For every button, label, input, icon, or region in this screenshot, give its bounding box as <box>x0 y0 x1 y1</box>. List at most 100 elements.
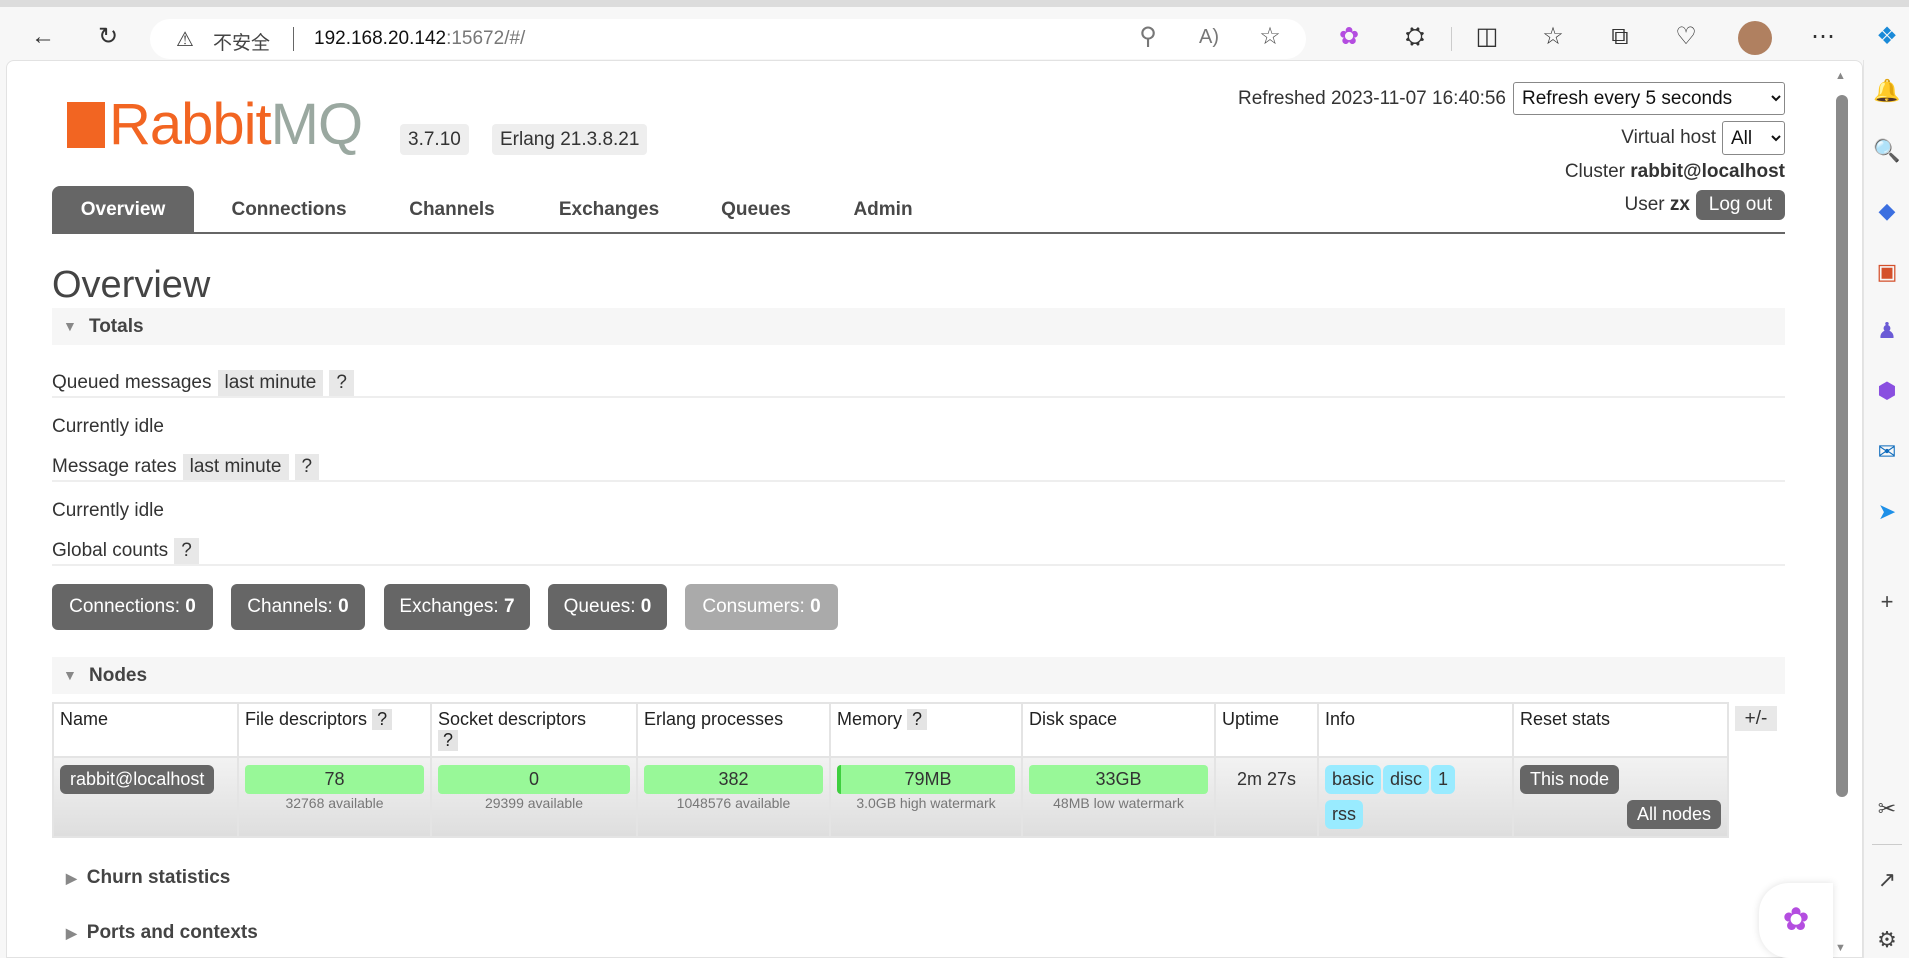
read-aloud-icon[interactable]: A) <box>1193 23 1225 51</box>
back-icon[interactable]: ← <box>27 23 59 51</box>
column-header: Disk space <box>1021 702 1216 758</box>
extensions-icon[interactable]: ⛭ <box>1399 23 1431 51</box>
scroll-down-icon[interactable]: ▼ <box>1835 942 1846 954</box>
help-button[interactable]: ? <box>372 709 393 730</box>
profile-avatar[interactable] <box>1738 21 1772 55</box>
url-text: 192.168.20.142:15672/#/ <box>314 28 526 49</box>
ep-available: 1048576 available <box>676 795 791 811</box>
erlang-version-badge: Erlang 21.3.8.21 <box>492 124 648 155</box>
exchanges-count-button[interactable]: Exchanges: 7 <box>384 584 530 630</box>
tab-strip <box>0 0 1909 7</box>
user-info: User zx <box>1624 194 1690 215</box>
virtual-host-label: Virtual host <box>1621 127 1716 148</box>
reload-icon[interactable]: ↻ <box>92 23 124 51</box>
column-header: Info <box>1317 702 1514 758</box>
help-button[interactable]: ? <box>294 454 320 480</box>
table-row: rabbit@localhost 78 32768 available 0 2939… <box>52 756 1729 838</box>
expand-triangle-icon: ▶ <box>66 870 77 886</box>
column-header: File descriptors ? <box>237 702 432 758</box>
settings-icon[interactable]: ⚙ <box>1872 927 1902 953</box>
queued-status: Currently idle <box>52 416 164 437</box>
divider <box>52 396 1785 398</box>
tab-overview[interactable]: Overview <box>52 186 194 233</box>
help-button[interactable]: ? <box>174 538 199 564</box>
divider <box>1872 844 1902 845</box>
brain-float-button[interactable]: ✿ <box>1759 883 1833 958</box>
copilot-icon[interactable]: ❖ <box>1871 23 1903 51</box>
range-selector[interactable]: last minute <box>182 454 289 480</box>
scroll-up-icon[interactable]: ▲ <box>1835 70 1846 82</box>
warning-icon: ⚠ <box>176 29 194 51</box>
logout-button[interactable]: Log out <box>1696 190 1785 220</box>
tab-admin[interactable]: Admin <box>838 186 928 233</box>
column-header: Uptime <box>1214 702 1319 758</box>
expand-triangle-icon: ▶ <box>66 925 77 941</box>
tab-channels[interactable]: Channels <box>392 186 512 233</box>
uptime-value: 2m 27s <box>1236 769 1297 789</box>
screenshot-icon[interactable]: ✂ <box>1872 796 1902 822</box>
sd-available: 29399 available <box>484 795 584 811</box>
tab-connections[interactable]: Connections <box>219 186 359 233</box>
tools-icon[interactable]: ▣ <box>1872 259 1902 285</box>
collapse-triangle-icon: ▼ <box>63 318 77 334</box>
churn-statistics-section[interactable]: ▶ Churn statistics <box>66 867 230 889</box>
add-icon[interactable]: + <box>1872 589 1902 615</box>
global-counts-row: Global counts? <box>52 538 1785 564</box>
file-descriptors-bar: 78 <box>245 765 424 794</box>
favorites-icon[interactable]: ☆ <box>1537 23 1569 51</box>
help-button[interactable]: ? <box>907 709 928 730</box>
queued-messages-row: Queued messages last minute? <box>52 370 1785 396</box>
shopping-tag-icon[interactable]: ◆ <box>1872 198 1902 224</box>
nodes-section-header[interactable]: ▼ Nodes <box>52 657 1785 694</box>
totals-section-header[interactable]: ▼ Totals <box>52 308 1785 345</box>
column-header: Name <box>52 702 239 758</box>
connections-count-button[interactable]: Connections: 0 <box>52 584 213 630</box>
ports-contexts-section[interactable]: ▶ Ports and contexts <box>66 922 258 944</box>
address-bar[interactable]: ⚠ 不安全 192.168.20.142:15672/#/ ⚲ A) ☆ <box>150 19 1306 59</box>
divider <box>1451 27 1452 51</box>
brain-extension-icon[interactable]: ✿ <box>1333 23 1365 51</box>
virtual-host-select[interactable]: All <box>1722 121 1785 155</box>
message-rates-row: Message rates last minute? <box>52 454 1785 480</box>
columns-toggle-button[interactable]: +/- <box>1735 706 1777 731</box>
divider <box>293 27 294 51</box>
info-badge: rss <box>1325 800 1363 829</box>
external-link-icon[interactable]: ↗ <box>1872 867 1902 893</box>
cluster-info: Cluster rabbit@localhost <box>1564 161 1785 182</box>
help-button[interactable]: ? <box>438 730 459 751</box>
reset-this-node-button[interactable]: This node <box>1520 765 1620 794</box>
socket-descriptors-bar: 0 <box>438 765 630 794</box>
node-name-link[interactable]: rabbit@localhost <box>60 765 215 794</box>
send-icon[interactable]: ➤ <box>1872 499 1902 525</box>
favorite-star-icon[interactable]: ☆ <box>1254 23 1286 51</box>
scrollbar-thumb[interactable] <box>1836 95 1848 797</box>
more-icon[interactable]: ⋯ <box>1807 23 1839 51</box>
microsoft365-icon[interactable]: ⬢ <box>1872 378 1902 404</box>
divider <box>52 564 1785 566</box>
refresh-interval-select[interactable]: Refresh every 5 seconds <box>1513 82 1785 115</box>
search-icon[interactable]: 🔍 <box>1872 138 1902 164</box>
column-header: Socket descriptors? <box>430 702 638 758</box>
help-button[interactable]: ? <box>329 370 354 396</box>
memory-bar: 79MB <box>837 765 1015 794</box>
tab-queues[interactable]: Queues <box>706 186 806 233</box>
browser-essentials-icon[interactable]: ♡ <box>1670 23 1702 51</box>
bell-icon[interactable]: 🔔 <box>1872 78 1902 104</box>
memory-watermark: 3.0GB high watermark <box>856 795 996 811</box>
info-badge: disc <box>1383 765 1430 794</box>
channels-count-button[interactable]: Channels: 0 <box>231 584 365 630</box>
split-screen-icon[interactable]: ◫ <box>1471 23 1503 51</box>
tab-exchanges[interactable]: Exchanges <box>544 186 674 233</box>
column-header: Erlang processes <box>636 702 831 758</box>
collections-icon[interactable]: ⧉ <box>1604 23 1636 51</box>
disk-space-bar: 33GB <box>1029 765 1208 794</box>
games-icon[interactable]: ♟ <box>1872 318 1902 344</box>
reset-all-nodes-button[interactable]: All nodes <box>1626 800 1721 829</box>
fd-available: 32768 available <box>285 795 384 811</box>
rates-status: Currently idle <box>52 500 164 521</box>
consumers-count-button[interactable]: Consumers: 0 <box>685 584 838 630</box>
range-selector[interactable]: last minute <box>217 370 324 396</box>
key-icon[interactable]: ⚲ <box>1132 23 1164 51</box>
queues-count-button[interactable]: Queues: 0 <box>548 584 667 630</box>
outlook-icon[interactable]: ✉ <box>1872 439 1902 465</box>
